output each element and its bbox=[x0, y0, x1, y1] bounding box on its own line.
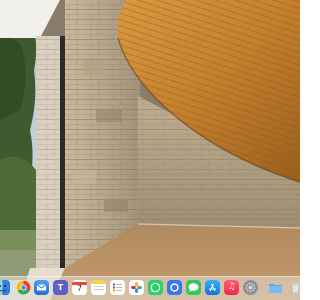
signal-icon[interactable] bbox=[167, 280, 182, 295]
messages-icon[interactable] bbox=[186, 280, 201, 295]
folder-icon[interactable] bbox=[268, 280, 283, 295]
teams-icon[interactable]: T bbox=[53, 280, 68, 295]
trash-icon[interactable] bbox=[288, 280, 300, 295]
wallpaper bbox=[0, 0, 300, 300]
chrome-icon[interactable] bbox=[16, 280, 31, 295]
music-icon[interactable]: ♫ bbox=[224, 280, 239, 295]
finder-icon[interactable] bbox=[0, 280, 10, 295]
calendar-date: 7 bbox=[76, 284, 83, 293]
photos-icon[interactable] bbox=[129, 280, 144, 295]
notes-icon[interactable] bbox=[91, 280, 106, 295]
whatsapp-icon[interactable] bbox=[148, 280, 163, 295]
desktop: T 7 ♫ bbox=[0, 0, 300, 300]
mail-icon[interactable] bbox=[34, 280, 49, 295]
calendar-icon[interactable]: 7 bbox=[72, 280, 87, 295]
app-store-icon[interactable] bbox=[205, 280, 220, 295]
reminders-icon[interactable] bbox=[110, 280, 125, 295]
gear-icon[interactable] bbox=[243, 280, 258, 295]
